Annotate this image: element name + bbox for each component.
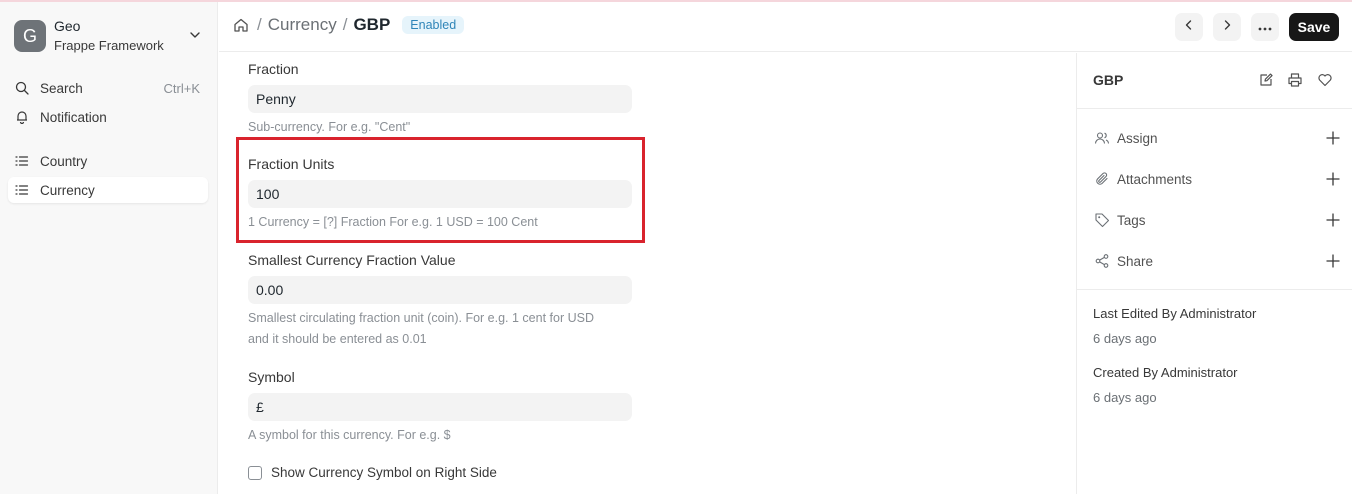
edit-icon[interactable]: [1257, 71, 1275, 89]
fraction-input[interactable]: Penny: [248, 85, 632, 113]
sidebar-item-country[interactable]: Country: [8, 148, 208, 174]
breadcrumb: / Currency / GBP Enabled: [233, 15, 465, 35]
app-subtitle: Frappe Framework: [54, 38, 164, 53]
page-title: GBP: [353, 15, 391, 34]
created-time: 6 days ago: [1093, 390, 1157, 405]
assign-row[interactable]: Assign: [1093, 127, 1341, 149]
symbol-right-row[interactable]: Show Currency Symbol on Right Side: [248, 465, 497, 480]
app-switcher[interactable]: G Geo Frappe Framework: [8, 12, 210, 60]
attachments-row[interactable]: Attachments: [1093, 168, 1341, 190]
sidebar: G Geo Frappe Framework Search Ctrl+K Not…: [0, 2, 218, 494]
list-icon: [14, 153, 30, 169]
tags-row[interactable]: Tags: [1093, 209, 1341, 231]
chevron-down-icon: [188, 28, 202, 42]
sidebar-notification[interactable]: Notification: [8, 104, 208, 130]
symbol-right-label: Show Currency Symbol on Right Side: [271, 465, 497, 480]
heart-icon[interactable]: [1316, 71, 1334, 89]
app-logo: G: [14, 20, 46, 52]
symbol-description: A symbol for this currency. For e.g. $: [248, 428, 451, 442]
previous-button[interactable]: [1175, 13, 1203, 41]
doc-title: GBP: [1093, 72, 1124, 88]
assign-label: Assign: [1117, 130, 1158, 146]
paperclip-icon: [1093, 170, 1111, 188]
share-row[interactable]: Share: [1093, 250, 1341, 272]
attachments-label: Attachments: [1117, 171, 1193, 187]
sidebar-search-label: Search: [40, 80, 83, 96]
print-icon[interactable]: [1286, 71, 1304, 89]
sidebar-item-label: Currency: [40, 182, 95, 198]
next-button[interactable]: [1213, 13, 1241, 41]
fraction-label: Fraction: [248, 61, 299, 77]
last-edited-time: 6 days ago: [1093, 331, 1157, 346]
page-header: / Currency / GBP Enabled Save: [219, 2, 1352, 52]
form-area: Fraction Penny Sub-currency. For e.g. "C…: [219, 53, 1076, 494]
sidebar-search[interactable]: Search Ctrl+K: [8, 75, 208, 101]
plus-icon[interactable]: [1325, 212, 1341, 228]
more-icon: [1258, 18, 1272, 36]
app-name: Geo: [54, 18, 81, 34]
chevron-left-icon: [1183, 18, 1195, 36]
plus-icon[interactable]: [1325, 253, 1341, 269]
divider: [1077, 289, 1352, 290]
last-edited: Last Edited By Administrator: [1093, 306, 1257, 321]
more-actions-button[interactable]: [1251, 13, 1279, 41]
share-icon: [1093, 252, 1111, 270]
symbol-input[interactable]: £: [248, 393, 632, 421]
smallest-fraction-input[interactable]: 0.00: [248, 276, 632, 304]
list-icon: [14, 182, 30, 198]
search-icon: [14, 80, 30, 96]
plus-icon[interactable]: [1325, 130, 1341, 146]
fraction-units-input[interactable]: 100: [248, 180, 632, 208]
fraction-description: Sub-currency. For e.g. "Cent": [248, 120, 411, 134]
symbol-right-checkbox[interactable]: [248, 465, 262, 480]
search-shortcut: Ctrl+K: [163, 80, 200, 96]
users-icon: [1093, 129, 1111, 147]
chevron-right-icon: [1221, 18, 1233, 36]
sidebar-item-currency[interactable]: Currency: [8, 177, 208, 203]
bell-icon: [14, 109, 30, 125]
status-badge: Enabled: [402, 16, 465, 34]
sidebar-right: GBP Assign Attachments Tags Share Last E…: [1076, 53, 1352, 494]
save-button[interactable]: Save: [1289, 13, 1339, 41]
home-icon[interactable]: [233, 16, 251, 34]
created-by: Created By Administrator: [1093, 365, 1238, 380]
tags-label: Tags: [1117, 212, 1146, 228]
smallest-fraction-description-1: Smallest circulating fraction unit (coin…: [248, 311, 594, 325]
smallest-fraction-description-2: and it should be entered as 0.01: [248, 332, 427, 346]
divider: [1077, 108, 1352, 109]
sidebar-item-label: Country: [40, 153, 88, 169]
tag-icon: [1093, 211, 1111, 229]
sidebar-notification-label: Notification: [40, 109, 107, 125]
smallest-fraction-label: Smallest Currency Fraction Value: [248, 252, 456, 268]
plus-icon[interactable]: [1325, 171, 1341, 187]
symbol-label: Symbol: [248, 369, 295, 385]
breadcrumb-parent[interactable]: Currency: [268, 15, 337, 35]
fraction-units-label: Fraction Units: [248, 156, 335, 172]
fraction-units-description: 1 Currency = [?] Fraction For e.g. 1 USD…: [248, 215, 538, 229]
share-label: Share: [1117, 253, 1154, 269]
